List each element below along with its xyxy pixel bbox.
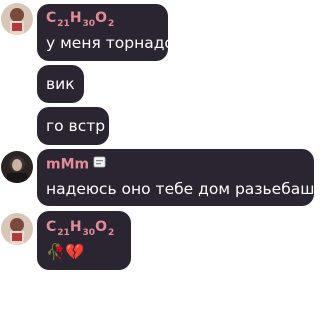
message-text: вик — [46, 75, 75, 93]
sender-name[interactable]: C21H30O2 — [46, 219, 114, 238]
avatar-image — [1, 213, 33, 245]
message-text: надеюсь оно тебе дом разьебашит — [46, 180, 320, 198]
avatar-c2h3o2[interactable] — [1, 3, 33, 35]
avatar-c2h3o2[interactable] — [1, 213, 33, 245]
sender-name[interactable]: C21H30O2 — [46, 10, 114, 29]
avatar-image — [1, 3, 33, 35]
message-emoji: 🥀💔 — [46, 243, 85, 261]
avatar-image — [1, 151, 33, 183]
message-text: го встр — [46, 117, 106, 135]
avatar-mmm[interactable] — [1, 151, 33, 183]
sender-name[interactable]: mMm — [46, 156, 107, 173]
message-text: у меня торнадо — [46, 34, 174, 52]
paper-sticker-icon — [93, 156, 107, 173]
